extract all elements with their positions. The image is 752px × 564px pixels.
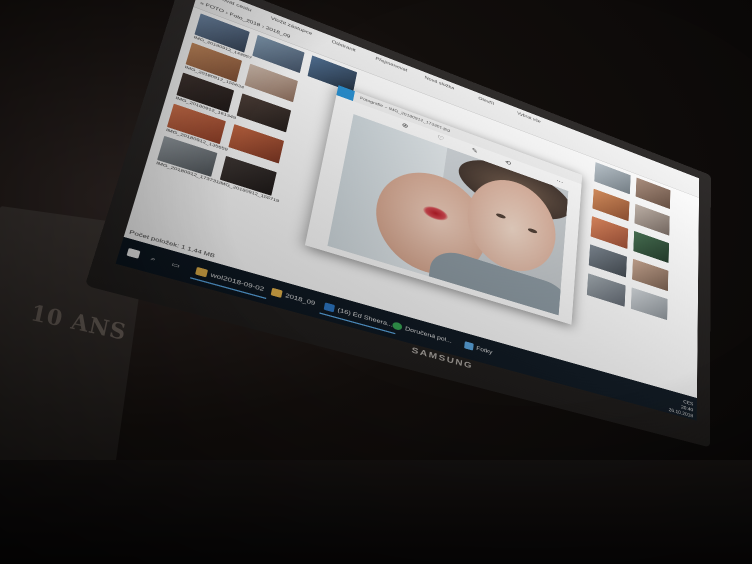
edge-icon	[323, 302, 336, 313]
windows-icon	[126, 247, 141, 259]
ribbon-open[interactable]: Otevřít	[478, 96, 494, 106]
photo-thumbnail[interactable]	[632, 258, 669, 292]
photo-thumbnail[interactable]	[236, 93, 292, 133]
photo-thumbnail[interactable]	[634, 203, 670, 236]
favorite-icon[interactable]: ♡	[437, 134, 445, 142]
photo-thumbnail[interactable]	[228, 124, 285, 164]
photo-thumbnail[interactable]	[586, 273, 626, 307]
rotate-icon[interactable]: ⟲	[505, 158, 512, 167]
photos-icon	[464, 341, 474, 351]
taskbar-item-photos[interactable]: Fotky	[461, 337, 496, 360]
more-icon[interactable]: ⋯	[556, 177, 563, 186]
taskbar-item-label: (16) Ed Sheera...	[337, 306, 394, 328]
photo-thumbnail[interactable]	[590, 216, 629, 249]
dark-room-scene: 10 ANS SAMSUNG Kopírovat cestu Vložit zá…	[0, 0, 752, 564]
edit-icon[interactable]: ✎	[471, 146, 478, 155]
photo-thumbnail[interactable]	[630, 287, 668, 321]
search-icon: ⌕	[150, 254, 157, 263]
monitor: SAMSUNG Kopírovat cestu Vložit zástupce …	[84, 0, 711, 456]
start-button[interactable]	[121, 243, 145, 264]
chrome-icon	[391, 321, 403, 331]
taskbar-item-label: 2018_09	[284, 292, 316, 307]
zoom-icon[interactable]: ⊕	[401, 121, 409, 130]
photo-thumbnail[interactable]	[633, 230, 670, 264]
search-button[interactable]: ⌕	[145, 249, 162, 268]
task-view-icon: ▭	[170, 260, 181, 269]
task-view-button[interactable]: ▭	[166, 255, 186, 274]
folder-icon	[195, 266, 209, 278]
photo-thumbnail[interactable]	[592, 188, 630, 222]
taskbar-item-label: wol2018-09-02	[209, 271, 265, 293]
folder-icon	[270, 287, 283, 298]
photo-thumbnail[interactable]	[588, 244, 627, 278]
taskbar-item-label: Fotky	[475, 345, 493, 356]
desk-surface	[0, 460, 752, 564]
taskbar-item-label: Doručená pol...	[404, 325, 453, 345]
